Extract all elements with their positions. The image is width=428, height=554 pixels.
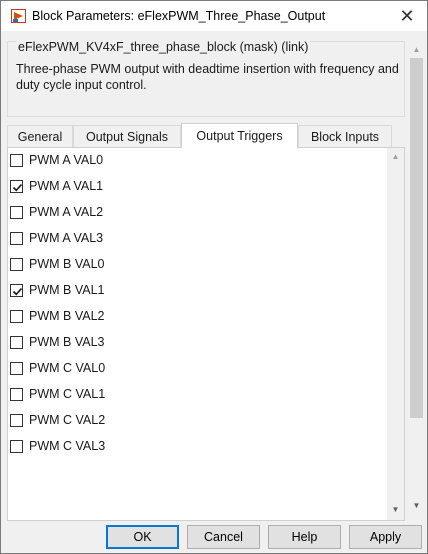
checkbox-label: PWM B VAL3 (29, 335, 105, 349)
trigger-checkbox-row[interactable]: PWM A VAL2 (10, 203, 103, 221)
checkbox-label: PWM A VAL0 (29, 153, 104, 167)
trigger-checkbox-row[interactable]: PWM C VAL2 (10, 411, 105, 429)
checkbox-label: PWM C VAL1 (29, 387, 106, 401)
tab-label: Block Inputs (310, 129, 380, 144)
apply-button[interactable]: Apply (349, 525, 422, 549)
checkbox-label: PWM C VAL0 (29, 361, 106, 375)
trigger-checkbox-row[interactable]: PWM A VAL3 (10, 229, 103, 247)
checkbox-label: PWM A VAL1 (29, 179, 104, 193)
chevron-up-icon[interactable]: ▲ (406, 41, 427, 57)
trigger-checkbox-row[interactable]: PWM A VAL0 (10, 151, 103, 169)
trigger-checkbox-row[interactable]: PWM B VAL0 (10, 255, 104, 273)
chevron-down-icon[interactable]: ▼ (406, 497, 427, 513)
dialog-scrollbar[interactable]: ▲ ▼ (406, 41, 427, 549)
checkbox[interactable] (10, 413, 23, 427)
panel-scrollbar[interactable]: ▲ ▼ (387, 148, 404, 520)
tab-label: Output Signals (86, 129, 168, 144)
mask-description-group: eFlexPWM_KV4xF_three_phase_block (mask) … (7, 40, 405, 117)
checkbox[interactable] (10, 257, 23, 271)
close-icon: ✕ (399, 5, 415, 26)
checkbox[interactable] (10, 439, 23, 453)
apply-button-label: Apply (369, 530, 402, 544)
checkbox-label: PWM A VAL3 (29, 231, 104, 245)
checkbox[interactable] (10, 205, 23, 219)
ok-button-label: OK (133, 530, 152, 544)
checkbox-label: PWM C VAL3 (29, 439, 106, 453)
simulink-block-icon (11, 9, 26, 23)
tab-strip: General Output Signals Output Triggers B… (7, 123, 405, 148)
checkbox[interactable] (10, 387, 23, 401)
checkbox-label: PWM B VAL1 (29, 283, 105, 297)
trigger-checkbox-row[interactable]: PWM C VAL1 (10, 385, 105, 403)
checkbox[interactable] (10, 335, 23, 349)
checkbox-label: PWM C VAL2 (29, 413, 106, 427)
tab-label: Output Triggers (196, 129, 283, 143)
dialog-button-bar: OK Cancel Help Apply (1, 522, 427, 553)
help-button[interactable]: Help (268, 525, 341, 549)
tab-output-signals[interactable]: Output Signals (73, 125, 181, 147)
tab-block-inputs[interactable]: Block Inputs (298, 125, 392, 147)
tab-label: General (17, 129, 63, 144)
window-title: Block Parameters: eFlexPWM_Three_Phase_O… (32, 9, 326, 23)
checkbox[interactable] (10, 361, 23, 375)
tab-general[interactable]: General (7, 125, 73, 147)
mask-description-text: Three-phase PWM output with deadtime ins… (16, 62, 399, 92)
title-bar[interactable]: Block Parameters: eFlexPWM_Three_Phase_O… (1, 1, 427, 31)
trigger-checkbox-row[interactable]: PWM B VAL1 (10, 281, 104, 299)
checkbox-label: PWM B VAL2 (29, 309, 105, 323)
mask-group-title: eFlexPWM_KV4xF_three_phase_block (mask) … (16, 40, 311, 54)
checkmark-icon (12, 287, 23, 295)
checkbox[interactable] (10, 179, 23, 193)
trigger-checkbox-row[interactable]: PWM C VAL0 (10, 359, 105, 377)
checkbox-label: PWM A VAL2 (29, 205, 104, 219)
block-parameters-dialog: Block Parameters: eFlexPWM_Three_Phase_O… (0, 0, 428, 554)
close-button[interactable]: ✕ (387, 1, 427, 31)
checkbox[interactable] (10, 309, 23, 323)
checkbox[interactable] (10, 153, 23, 167)
chevron-down-icon[interactable]: ▼ (387, 501, 404, 518)
cancel-button[interactable]: Cancel (187, 525, 260, 549)
tab-output-triggers[interactable]: Output Triggers (181, 123, 298, 148)
scrollbar-thumb[interactable] (410, 58, 423, 418)
output-triggers-panel: PWM A VAL0 PWM A VAL1 PWM A VAL2 PWM A VAL3… (7, 147, 405, 521)
checkbox-label: PWM B VAL0 (29, 257, 105, 271)
cancel-button-label: Cancel (204, 530, 243, 544)
trigger-checkbox-row[interactable]: PWM B VAL2 (10, 307, 104, 325)
ok-button[interactable]: OK (106, 525, 179, 549)
help-button-label: Help (291, 530, 318, 544)
trigger-checkbox-row[interactable]: PWM C VAL3 (10, 437, 105, 455)
trigger-checkbox-row[interactable]: PWM B VAL3 (10, 333, 104, 351)
chevron-up-icon[interactable]: ▲ (387, 148, 404, 165)
checkbox[interactable] (10, 283, 23, 297)
checkbox[interactable] (10, 231, 23, 245)
trigger-checkbox-row[interactable]: PWM A VAL1 (10, 177, 103, 195)
checkmark-icon (12, 183, 23, 191)
